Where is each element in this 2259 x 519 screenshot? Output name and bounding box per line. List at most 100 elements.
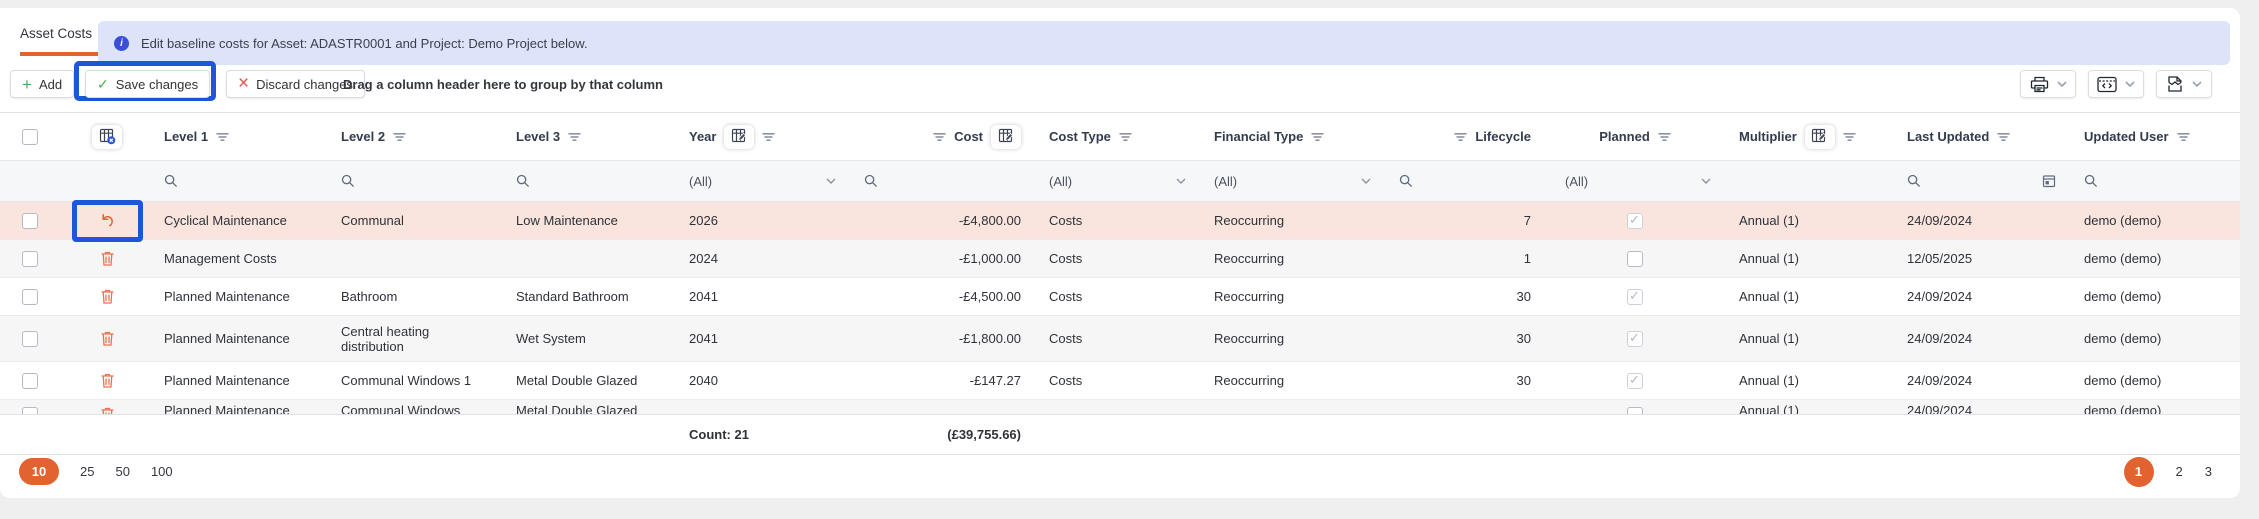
cell-cost[interactable]: -£147.27 <box>850 362 1035 400</box>
cell-cost[interactable]: -£4,800.00 <box>850 202 1035 240</box>
cell-level1[interactable]: Planned Maintenance <box>150 362 327 400</box>
cell-last-updated[interactable]: 24/09/2024 <box>1893 316 2070 362</box>
cell-updated-user[interactable]: demo (demo) <box>2070 202 2240 240</box>
header-filter-icon[interactable] <box>1658 132 1671 142</box>
cell-level1[interactable]: Cyclical Maintenance <box>150 202 327 240</box>
cell-cost-type[interactable]: Costs <box>1035 202 1200 240</box>
row-select-checkbox[interactable] <box>22 213 38 229</box>
header-filter-icon[interactable] <box>1997 132 2010 142</box>
cell-level3[interactable]: Metal Double Glazed <box>502 362 675 400</box>
cell-last-updated[interactable]: 24/09/2024 <box>1893 278 2070 316</box>
calendar-icon[interactable] <box>2042 174 2056 188</box>
header-filter-icon[interactable] <box>1454 132 1467 142</box>
clear-row-changes-column-icon[interactable] <box>92 125 122 149</box>
save-changes-button[interactable]: ✓ Save changes <box>85 70 210 98</box>
cell-updated-user[interactable]: demo (demo) <box>2070 240 2240 278</box>
cell-cost-type[interactable]: Costs <box>1035 278 1200 316</box>
filter-year-dropdown[interactable]: (All) <box>675 161 850 202</box>
cell-updated-user[interactable]: demo (demo) <box>2070 316 2240 362</box>
filter-lifecycle[interactable] <box>1385 161 1545 202</box>
cell-level3[interactable] <box>502 240 675 278</box>
cell-multiplier[interactable]: Annual (1) <box>1739 400 1879 414</box>
planned-checkbox[interactable]: ✓ <box>1627 373 1643 389</box>
cell-level2[interactable]: Communal Windows 1 <box>327 362 502 400</box>
delete-row-icon[interactable] <box>100 288 115 305</box>
cell-cost-type[interactable]: Costs <box>1035 240 1200 278</box>
cell-multiplier[interactable]: Annual (1) <box>1725 240 1893 278</box>
page-1[interactable]: 1 <box>2124 457 2154 487</box>
cell-financial-type[interactable]: Reoccurring <box>1200 316 1385 362</box>
header-filter-icon[interactable] <box>933 132 946 142</box>
delete-row-icon[interactable] <box>100 330 115 347</box>
page-size-25[interactable]: 25 <box>80 464 94 479</box>
cell-level2[interactable]: Central heating distribution <box>327 316 502 362</box>
table-row[interactable]: Cyclical Maintenance Communal Low Mainte… <box>0 202 2240 240</box>
cell-year[interactable]: 2026 <box>675 202 850 240</box>
planned-checkbox[interactable]: ✓ <box>1627 213 1643 229</box>
cell-financial-type[interactable]: Reoccurring <box>1200 278 1385 316</box>
row-select-checkbox[interactable] <box>22 289 38 305</box>
select-all-checkbox[interactable] <box>22 129 38 145</box>
edit-column-icon[interactable] <box>991 125 1021 149</box>
cell-updated-user[interactable]: demo (demo) <box>2084 400 2226 414</box>
undo-icon[interactable] <box>99 213 115 228</box>
column-header-year[interactable]: Year <box>675 113 850 161</box>
cell-level2[interactable]: Communal Windows <box>341 400 488 414</box>
header-filter-icon[interactable] <box>216 132 229 142</box>
filter-last-updated[interactable] <box>1893 161 2070 202</box>
cell-lifecycle[interactable]: 30 <box>1385 362 1545 400</box>
column-header-cost[interactable]: Cost <box>850 113 1035 161</box>
table-row[interactable]: Planned Maintenance Communal Windows 1 M… <box>0 362 2240 400</box>
planned-checkbox[interactable]: ✓ <box>1627 289 1643 305</box>
cell-last-updated[interactable]: 24/09/2024 <box>1893 362 2070 400</box>
cell-last-updated[interactable]: 24/09/2024 <box>1907 400 2056 414</box>
delete-row-icon[interactable] <box>100 406 115 414</box>
cell-financial-type[interactable]: Reoccurring <box>1200 202 1385 240</box>
table-row[interactable]: Planned Maintenance Bathroom Standard Ba… <box>0 278 2240 316</box>
column-header-level1[interactable]: Level 1 <box>150 113 327 161</box>
header-filter-icon[interactable] <box>393 132 406 142</box>
cell-year[interactable]: 2041 <box>675 316 850 362</box>
column-header-level3[interactable]: Level 3 <box>502 113 675 161</box>
cell-year[interactable]: 2024 <box>675 240 850 278</box>
page-size-50[interactable]: 50 <box>115 464 129 479</box>
cell-last-updated[interactable]: 12/05/2025 <box>1893 240 2070 278</box>
column-header-lifecycle[interactable]: Lifecycle <box>1385 113 1545 161</box>
header-filter-icon[interactable] <box>1843 132 1856 142</box>
planned-checkbox[interactable]: ✓ <box>1627 251 1643 267</box>
filter-planned-dropdown[interactable]: (All) <box>1545 161 1725 202</box>
cell-multiplier[interactable]: Annual (1) <box>1725 362 1893 400</box>
cell-cost-type[interactable]: Costs <box>1035 316 1200 362</box>
cell-multiplier[interactable]: Annual (1) <box>1725 202 1893 240</box>
table-row[interactable]: Planned Maintenance Central heating dist… <box>0 316 2240 362</box>
cell-financial-type[interactable]: Reoccurring <box>1200 362 1385 400</box>
cell-lifecycle[interactable]: 1 <box>1385 240 1545 278</box>
column-header-cost-type[interactable]: Cost Type <box>1035 113 1200 161</box>
filter-cost[interactable] <box>850 161 1035 202</box>
header-filter-icon[interactable] <box>762 132 775 142</box>
table-row-partial[interactable]: Planned Maintenance Communal Windows Met… <box>0 400 2240 415</box>
cell-updated-user[interactable]: demo (demo) <box>2070 278 2240 316</box>
cell-level1[interactable]: Management Costs <box>150 240 327 278</box>
filter-level3[interactable] <box>502 161 675 202</box>
column-header-level2[interactable]: Level 2 <box>327 113 502 161</box>
row-select-checkbox[interactable] <box>22 407 38 414</box>
code-view-button[interactable] <box>2088 70 2144 98</box>
column-header-financial-type[interactable]: Financial Type <box>1200 113 1385 161</box>
cell-level2[interactable] <box>327 240 502 278</box>
edit-column-icon[interactable] <box>1805 125 1835 149</box>
cell-cost-type[interactable]: Costs <box>1035 362 1200 400</box>
header-filter-icon[interactable] <box>568 132 581 142</box>
delete-row-icon[interactable] <box>100 250 115 267</box>
page-size-10[interactable]: 10 <box>19 458 59 485</box>
table-row[interactable]: Management Costs 2024 -£1,000.00 Costs R… <box>0 240 2240 278</box>
header-filter-icon[interactable] <box>1311 132 1324 142</box>
filter-financial-type-dropdown[interactable]: (All) <box>1200 161 1385 202</box>
planned-checkbox[interactable]: ✓ <box>1627 331 1643 347</box>
cell-cost[interactable]: -£1,800.00 <box>850 316 1035 362</box>
cell-lifecycle[interactable]: 30 <box>1385 278 1545 316</box>
cell-level2[interactable]: Communal <box>327 202 502 240</box>
cell-multiplier[interactable]: Annual (1) <box>1725 278 1893 316</box>
cell-year[interactable]: 2041 <box>675 278 850 316</box>
cell-level1[interactable]: Planned Maintenance <box>150 278 327 316</box>
